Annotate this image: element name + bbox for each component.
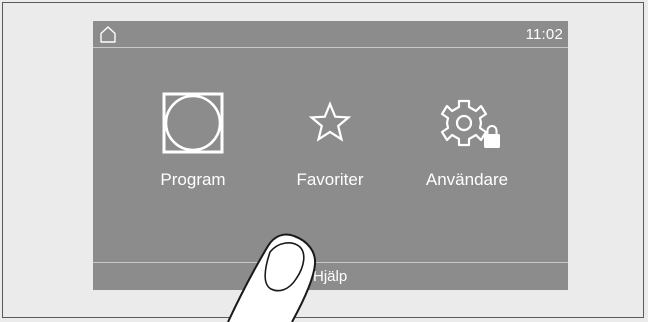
users-button[interactable]: Användare — [407, 92, 527, 202]
favorites-button[interactable]: Favoriter — [270, 92, 390, 202]
help-button[interactable]: Hjälp — [93, 262, 568, 290]
star-icon — [308, 101, 352, 142]
help-label: Hjälp — [313, 268, 348, 285]
clock: 11:02 — [525, 26, 563, 43]
display-screen: 11:02 Program Favoriter Användare Hjälp — [93, 21, 568, 290]
status-bar: 11:02 — [93, 21, 568, 48]
home-icon[interactable] — [99, 25, 117, 43]
users-label: Användare — [425, 170, 509, 189]
favorites-label: Favoriter — [296, 170, 364, 189]
program-icon — [162, 92, 224, 154]
program-button[interactable]: Program — [133, 92, 253, 202]
program-label: Program — [160, 170, 226, 189]
gear-lock-icon — [440, 99, 500, 148]
